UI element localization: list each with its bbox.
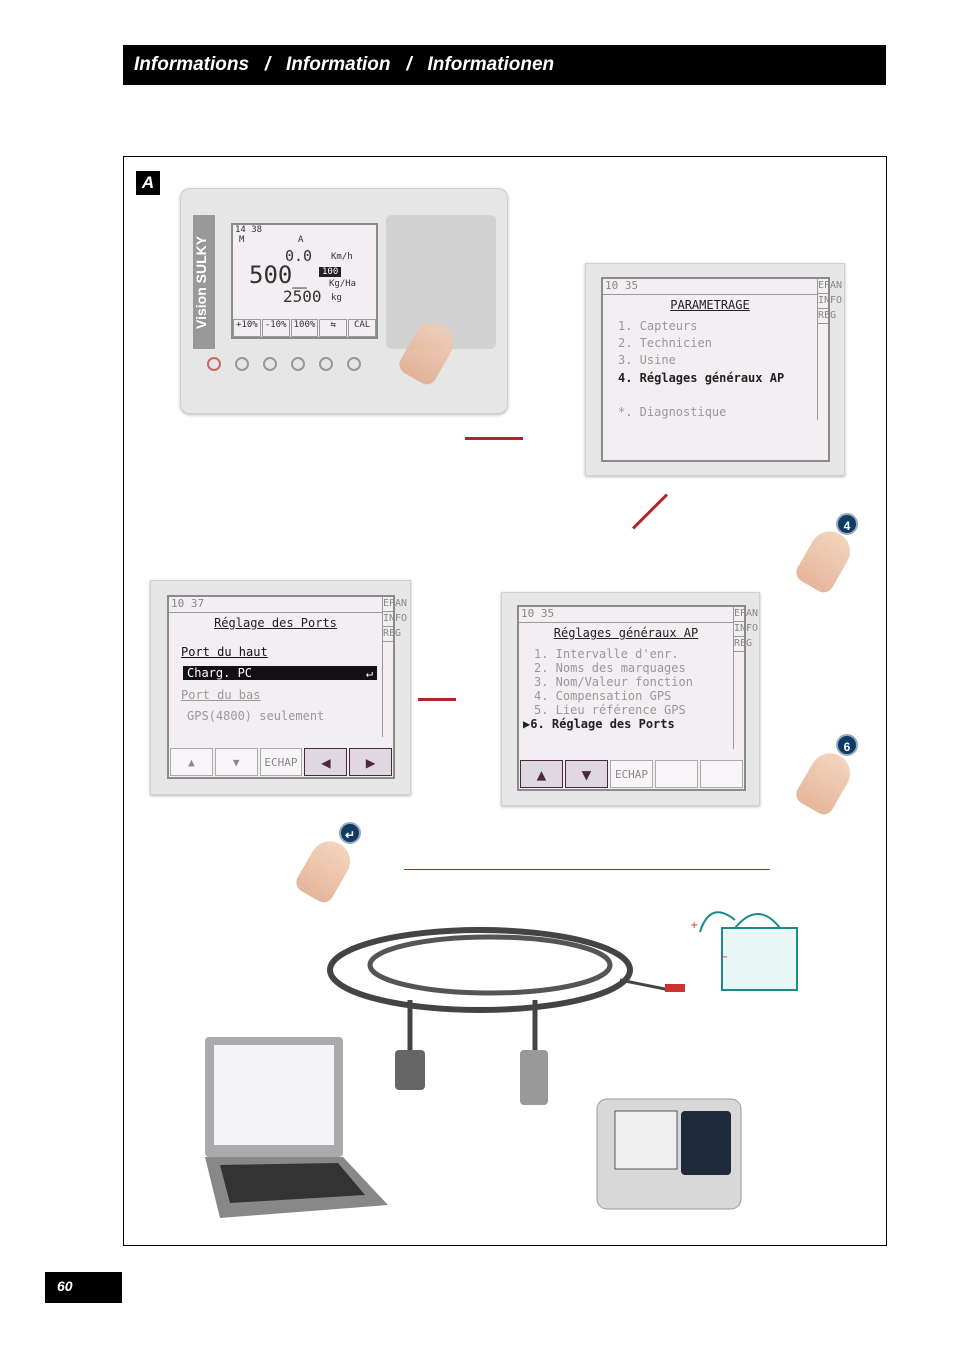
menu-item[interactable]: 2. Technicien: [618, 336, 712, 350]
port-bas-value[interactable]: GPS(4800) seulement: [187, 709, 324, 723]
step-button-6: 6: [836, 734, 858, 756]
time: 14 38: [235, 225, 263, 235]
menu-item[interactable]: 1. Capteurs: [618, 319, 697, 333]
time: 10 37: [169, 597, 382, 613]
menu-item[interactable]: 2. Noms des marquages: [534, 661, 686, 675]
time: 10 35: [519, 607, 733, 623]
menu-item[interactable]: 5. Lieu référence GPS: [534, 703, 686, 717]
small-console-illustration: [596, 1098, 742, 1210]
menu-item[interactable]: 3. Usine: [618, 353, 676, 367]
tab-info[interactable]: INFO: [734, 622, 758, 637]
screen-parametrage: 10 35 EPAN INFO REG PARAMETRAGE 1. Capteur…: [585, 263, 845, 476]
tab-epan[interactable]: EPAN: [818, 279, 842, 294]
tab-reg[interactable]: REG: [734, 637, 752, 652]
page-number: 60: [45, 1272, 122, 1303]
speed-unit: Km/h: [331, 252, 353, 262]
minus10-button[interactable]: -10%: [261, 319, 290, 337]
echap-button[interactable]: ECHAP: [259, 748, 303, 776]
echap-button[interactable]: ECHAP: [610, 760, 653, 788]
rate: 500_: [249, 261, 307, 289]
tab-reg[interactable]: REG: [818, 309, 836, 324]
screen-title: Réglages généraux AP: [553, 626, 699, 640]
swap-button[interactable]: ⇆: [319, 319, 348, 337]
cal-button[interactable]: CAL: [348, 319, 376, 337]
tab-info[interactable]: INFO: [818, 294, 842, 309]
up-button[interactable]: ▲: [520, 760, 563, 788]
step-button-4: 4: [836, 513, 858, 535]
divider-line: [404, 869, 770, 870]
menu-item[interactable]: 4. Compensation GPS: [534, 689, 671, 703]
screen-reglages-generaux: 10 35 EPAN INFO REG Réglages généraux AP 1…: [501, 592, 760, 806]
svg-text:+: +: [690, 920, 698, 931]
tab-info[interactable]: INFO: [383, 612, 407, 627]
weight: 2500: [283, 287, 322, 306]
console-screen: 14 38 M A 0.0 Km/h 500_ 100 Kg/Ha 2500 k…: [231, 223, 378, 339]
laptop-illustration: [205, 1037, 388, 1218]
100-button[interactable]: 100%: [290, 319, 319, 337]
percent: 100: [319, 267, 342, 277]
arrow-left-icon: [418, 698, 456, 701]
battery-icon: + −: [690, 911, 798, 991]
figure-label: A: [136, 171, 160, 195]
rate-unit: Kg/Ha: [329, 279, 357, 289]
right-button[interactable]: ▶: [349, 748, 392, 776]
menu-item[interactable]: 1. Intervalle d'enr.: [534, 647, 679, 661]
tab-epan[interactable]: EPAN: [383, 597, 407, 612]
empty-button[interactable]: [655, 760, 698, 788]
screen-title: PARAMETRAGE: [670, 298, 750, 312]
arrow-right-icon: [465, 437, 523, 440]
screen-title: Réglage des Ports: [214, 616, 337, 630]
mode: M: [239, 235, 245, 245]
up-button[interactable]: ▲: [170, 748, 213, 776]
tab-reg[interactable]: REG: [383, 627, 401, 642]
down-button[interactable]: ▼: [214, 748, 258, 776]
title-fr: Informations: [134, 54, 250, 75]
function-keys: [207, 357, 361, 371]
empty-button[interactable]: [700, 760, 743, 788]
svg-text:−: −: [720, 952, 728, 963]
port-haut-field[interactable]: Charg. PC ↵: [183, 666, 377, 680]
menu-item[interactable]: 3. Nom/Valeur fonction: [534, 675, 693, 689]
title-de: Informationen: [427, 54, 555, 75]
weight-unit: kg: [331, 293, 342, 303]
port-bas-label: Port du bas: [181, 688, 261, 702]
title-en: Information: [286, 54, 391, 75]
down-button[interactable]: ▼: [565, 760, 608, 788]
tab-epan[interactable]: EPAN: [734, 607, 758, 622]
screen-reglage-ports: 10 37 EPAN INFO REG Réglage des Ports Port…: [150, 580, 411, 795]
time: 10 35: [603, 279, 817, 295]
step-button-confirm: ↵: [339, 822, 361, 844]
section: A: [298, 235, 304, 245]
left-button[interactable]: ◀: [304, 748, 348, 776]
sulky-vision-console: Vision SULKY 14 38 M A 0.0 Km/h 500_ 100…: [180, 188, 508, 414]
menu-item[interactable]: *. Diagnostique: [618, 405, 726, 419]
menu-item-selected[interactable]: ▶6. Réglage des Ports: [523, 717, 675, 731]
port-haut-label: Port du haut: [181, 645, 268, 659]
page-header: Informations / Information / Information…: [123, 45, 886, 85]
plus10-button[interactable]: +10%: [233, 319, 261, 337]
brand-strip: Vision SULKY: [193, 215, 215, 349]
menu-item-selected[interactable]: 4. Réglages généraux AP: [618, 371, 784, 385]
